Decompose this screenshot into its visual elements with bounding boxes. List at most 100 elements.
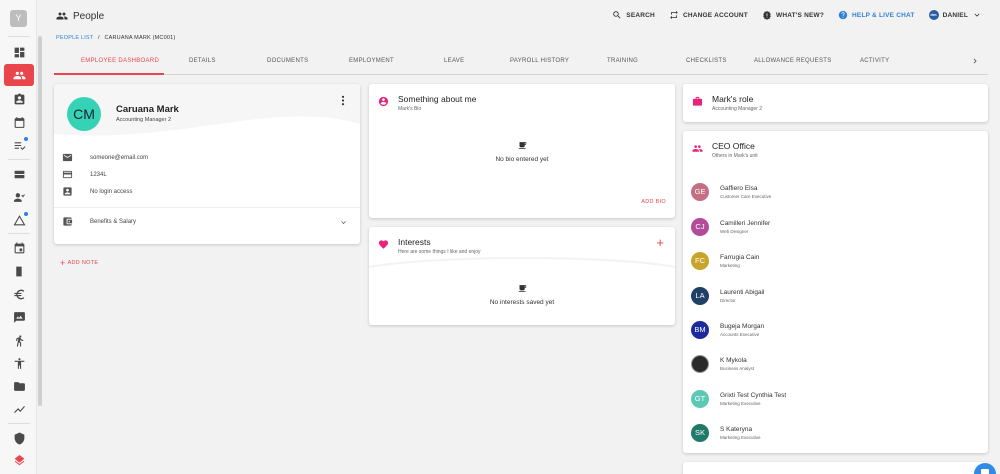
people-icon <box>56 12 68 20</box>
tab-leave[interactable]: LEAVE <box>444 58 464 64</box>
user-menu[interactable]: dm DANIEL <box>928 10 982 20</box>
role-title: Mark's role <box>712 94 754 104</box>
wallet-icon <box>63 217 73 226</box>
profile-card: CM Caruana Mark Accounting Manager 2 som… <box>54 84 360 244</box>
id-row: 1234L <box>62 169 107 180</box>
tab-allowance-requests[interactable]: ALLOWANCE REQUESTS <box>754 58 832 64</box>
add-note-button[interactable]: + ADD NOTE <box>60 258 98 268</box>
sidebar-item-accessibility[interactable] <box>4 352 34 374</box>
list-item[interactable]: LA Laurenti Abigail Director <box>691 287 764 305</box>
list-item[interactable]: FC Farrugia Cain Marketing <box>691 252 759 270</box>
event-icon <box>14 242 24 253</box>
tab-payroll-history[interactable]: PAYROLL HISTORY <box>510 58 569 64</box>
login-value: No login access <box>90 188 133 195</box>
sidebar-item-exit[interactable] <box>4 260 34 282</box>
sidebar-divider <box>8 233 30 234</box>
tab-activity[interactable]: ACTIVITY <box>860 58 889 64</box>
search-label: SEARCH <box>626 11 655 19</box>
benefits-row[interactable]: Benefits & Salary <box>62 216 136 227</box>
list-item[interactable]: K Mykola Business Analyst <box>691 355 754 373</box>
sidebar-item-apps[interactable] <box>4 450 34 472</box>
member-name: Farrugia Cain <box>720 254 760 261</box>
company-logo[interactable]: Y <box>10 10 27 27</box>
euro-icon <box>13 289 24 299</box>
sidebar-item-calendar[interactable] <box>4 111 34 133</box>
chevron-down-icon[interactable] <box>339 218 348 227</box>
tab-employment[interactable]: EMPLOYMENT <box>349 58 394 64</box>
sidebar-item-dashboard[interactable] <box>4 41 34 63</box>
change-account-label: CHANGE ACCOUNT <box>682 11 748 19</box>
sidebar-item-alerts[interactable] <box>4 209 34 231</box>
list-item[interactable]: BM Bugeja Morgan Accounts Executive <box>691 321 764 339</box>
breadcrumb-separator: / <box>98 35 100 41</box>
add-bio-button[interactable]: ADD BIO <box>641 199 666 205</box>
sidebar-item-activity[interactable] <box>4 329 34 351</box>
sidebar-item-people[interactable] <box>4 64 34 86</box>
people-icon <box>13 71 25 79</box>
whats-new-label: WHAT'S NEW? <box>775 11 825 19</box>
layers-icon <box>14 454 24 465</box>
chevron-right-icon[interactable] <box>970 55 980 67</box>
coffee-icon <box>518 285 526 292</box>
tab-details[interactable]: DETAILS <box>189 58 216 64</box>
member-name: Laurenti Abigail <box>720 289 765 296</box>
warning-icon <box>13 214 25 225</box>
tab-documents[interactable]: DOCUMENTS <box>267 58 308 64</box>
sidebar-item-checklists[interactable] <box>4 134 34 156</box>
sidebar-scrollbar[interactable] <box>38 36 42 406</box>
interests-title: Interests <box>398 237 431 247</box>
list-item[interactable]: CJ Camilleri Jennifer Web Designer <box>691 218 770 236</box>
active-tab-indicator <box>54 73 164 75</box>
sidebar-item-security[interactable] <box>4 427 34 449</box>
help-chat-button[interactable]: HELP & LIVE CHAT <box>838 10 915 20</box>
member-title: Marketing Executive <box>720 435 761 440</box>
folder-icon <box>13 381 25 391</box>
member-name: Grixti Test Cynthia Test <box>720 392 787 399</box>
email-icon <box>62 153 73 162</box>
account-box-icon <box>63 187 72 196</box>
bio-empty-state: No bio entered yet <box>369 141 675 163</box>
add-interest-button[interactable]: + <box>656 236 664 249</box>
sidebar-divider <box>8 36 30 37</box>
sidebar-item-inbox[interactable] <box>4 163 34 185</box>
interests-empty-state: No interests saved yet <box>369 284 675 306</box>
account-circle-icon <box>378 96 389 107</box>
sidebar-item-events[interactable] <box>4 237 34 259</box>
people-icon <box>692 145 703 152</box>
interests-card: Interests Here are some things I like an… <box>369 227 675 325</box>
tab-training[interactable]: TRAINING <box>607 58 638 64</box>
sidebar-item-recruitment[interactable] <box>4 186 34 208</box>
top-bar: People SEARCH CHANGE ACCOUNT WHAT'S NEW?… <box>47 0 1000 32</box>
avatar: BM <box>691 321 709 339</box>
sidebar-item-reports[interactable] <box>4 398 34 420</box>
tab-employee-dashboard[interactable]: EMPLOYEE DASHBOARD <box>81 58 159 64</box>
announcement-icon <box>763 10 771 20</box>
page-title: People <box>56 10 104 22</box>
list-item[interactable]: GE Gaffiero Elsa Customer Care Executive <box>691 183 771 201</box>
feedback-icon <box>13 311 25 323</box>
breadcrumb-link-people-list[interactable]: PEOPLE LIST <box>56 35 93 41</box>
search-button[interactable]: SEARCH <box>612 10 655 20</box>
list-item[interactable]: SK S Kateryna Marketing Executive <box>691 424 761 442</box>
benefits-label: Benefits & Salary <box>90 218 137 225</box>
sidebar-item-files[interactable] <box>4 375 34 397</box>
whats-new-button[interactable]: WHAT'S NEW? <box>762 10 824 20</box>
heart-icon <box>378 240 389 249</box>
sidebar-item-feedback[interactable] <box>4 306 34 328</box>
help-icon <box>838 10 848 20</box>
tab-checklists[interactable]: CHECKLISTS <box>686 58 727 64</box>
chat-fab-button[interactable] <box>974 463 996 474</box>
plus-icon: + <box>60 258 66 268</box>
more-options-icon[interactable] <box>341 95 345 106</box>
employee-role: Accounting Manager 2 <box>116 117 172 123</box>
coffee-icon <box>518 142 526 149</box>
change-account-button[interactable]: CHANGE ACCOUNT <box>669 10 748 20</box>
sidebar-item-finance[interactable] <box>4 283 34 305</box>
breadcrumb-current: CARUANA MARK (MC001) <box>104 35 176 41</box>
member-name: Bugeja Morgan <box>720 323 765 330</box>
employee-name: Caruana Mark <box>116 104 179 115</box>
sidebar-item-contacts[interactable] <box>4 88 34 110</box>
list-item[interactable]: GT Grixti Test Cynthia Test Marketing Exe… <box>691 390 786 408</box>
contact-card-icon <box>14 93 24 104</box>
bio-title: Something about me <box>398 94 477 104</box>
